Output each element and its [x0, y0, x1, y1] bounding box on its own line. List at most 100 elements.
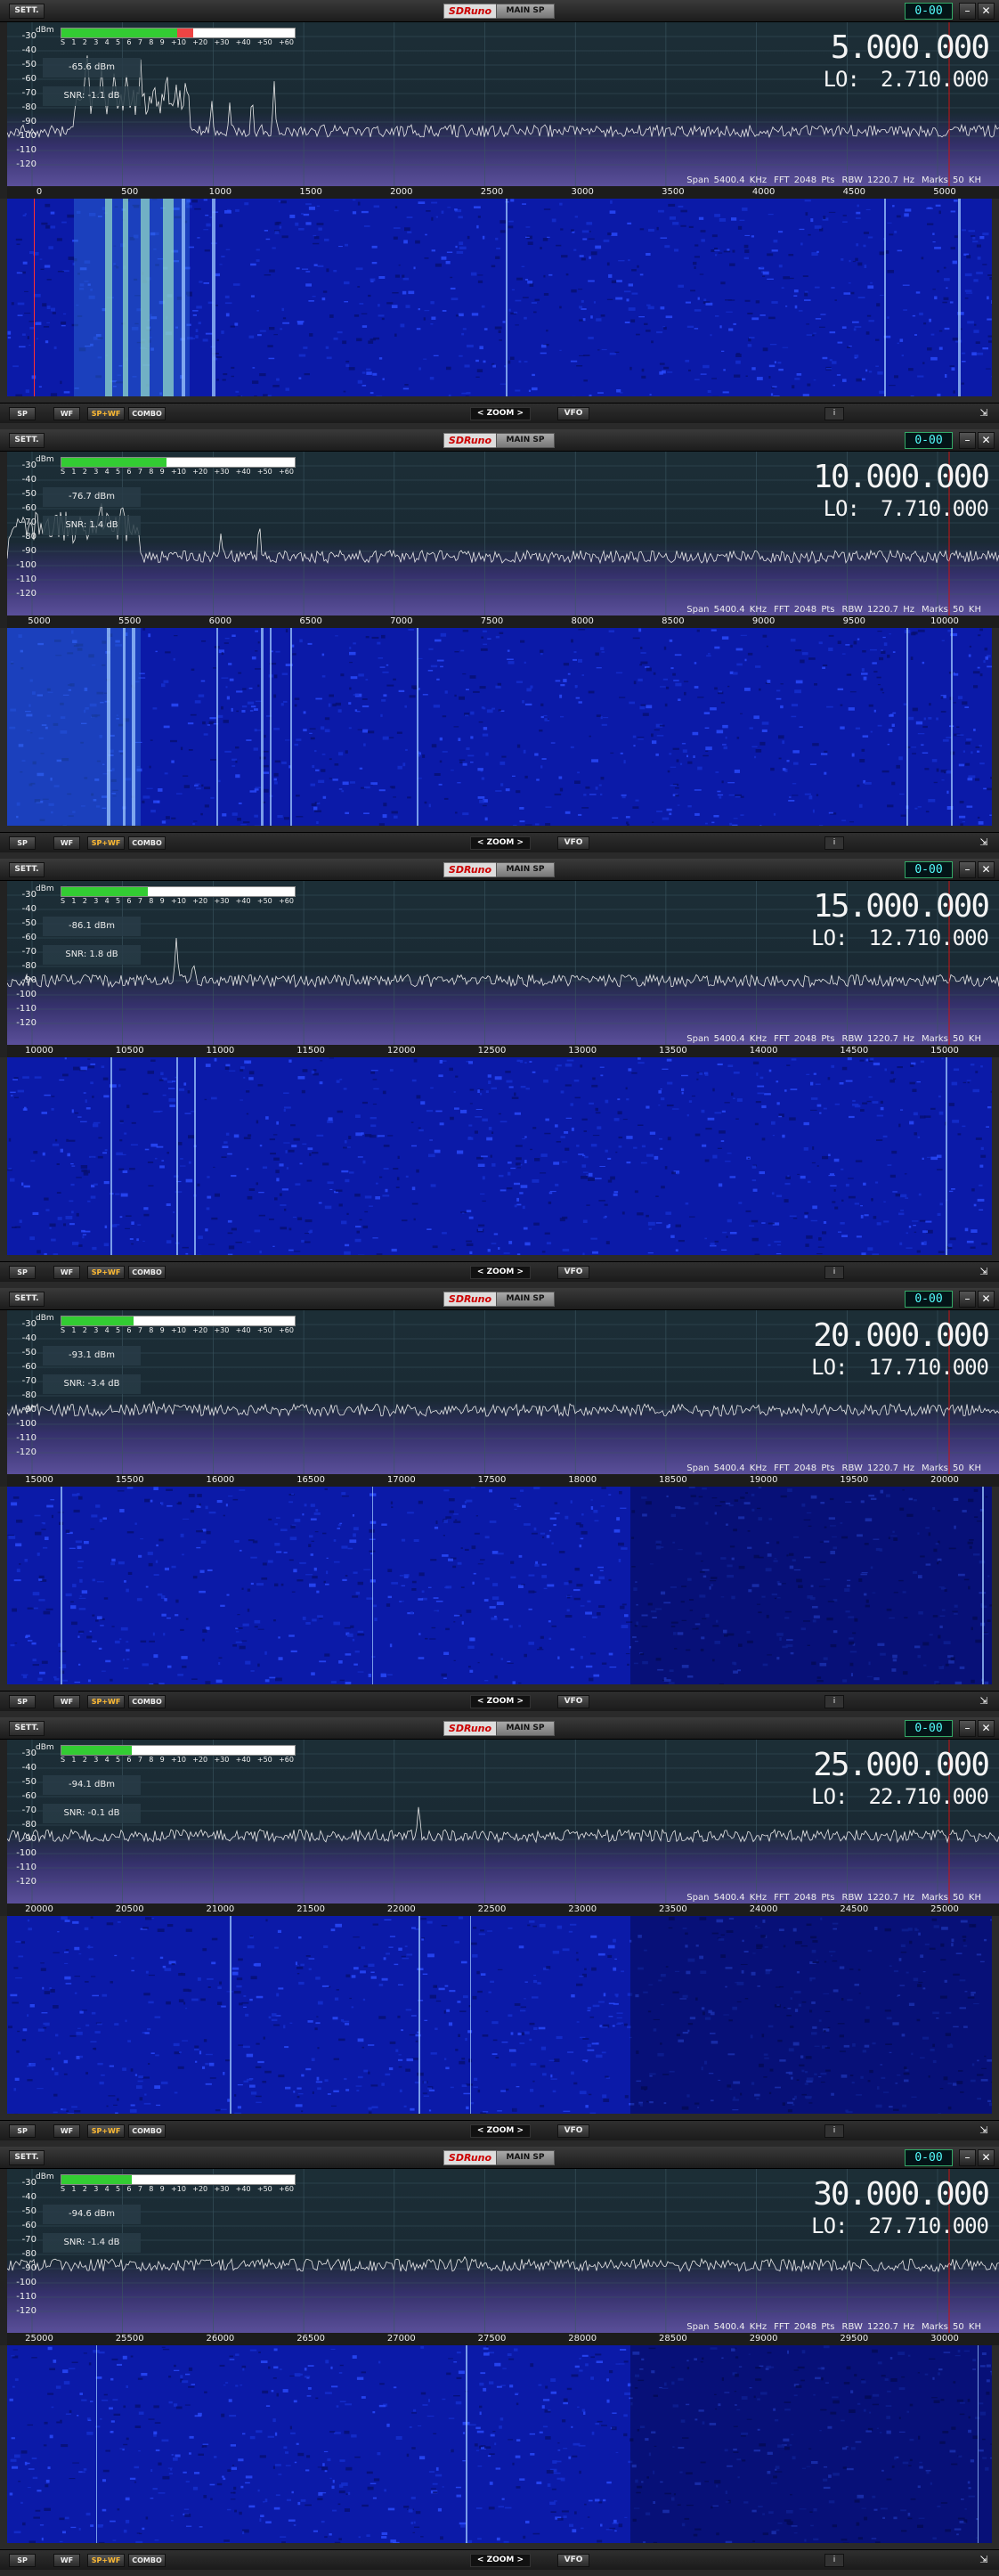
- minimize-button[interactable]: –: [959, 432, 976, 449]
- waterfall-noise: [540, 2046, 547, 2050]
- y-tick-label: -80: [21, 961, 37, 971]
- spectrum-display[interactable]: -30 -40 -50 -60 -70 -80 -90 -100 -110 -120 dBm S1…: [0, 881, 999, 1045]
- frequency-display[interactable]: 15.000.000: [813, 888, 990, 925]
- minimize-button[interactable]: –: [959, 3, 976, 20]
- zoom-out-button[interactable]: <: [477, 838, 484, 847]
- vfo-button[interactable]: VFO: [557, 1695, 589, 1708]
- waterfall-noise: [669, 639, 673, 642]
- close-button[interactable]: ✕: [978, 432, 995, 449]
- frequency-display[interactable]: 10.000.000: [813, 459, 990, 495]
- sp-button[interactable]: SP: [9, 836, 36, 850]
- settings-button[interactable]: SETT.: [9, 433, 45, 448]
- info-icon[interactable]: i: [824, 1695, 844, 1708]
- waterfall-noise: [428, 648, 434, 650]
- vfo-button[interactable]: VFO: [557, 1266, 589, 1279]
- waterfall-noise: [361, 371, 366, 374]
- waterfall-noise: [316, 205, 321, 208]
- waterfall-noise: [449, 1510, 454, 1513]
- waterfall-noise: [119, 1139, 123, 1142]
- minimize-button[interactable]: –: [959, 1291, 976, 1308]
- waterfall-noise: [196, 1530, 203, 1533]
- sp-button[interactable]: SP: [9, 1266, 36, 1279]
- waterfall-noise: [195, 335, 199, 338]
- frequency-display[interactable]: 5.000.000: [831, 29, 990, 66]
- lo-display[interactable]: LO: 22.710.000: [811, 1784, 989, 1809]
- combo-button[interactable]: COMBO: [128, 1266, 166, 1279]
- waterfall-noise: [892, 651, 896, 653]
- sp-wf-button[interactable]: SP+WF: [87, 407, 125, 420]
- resize-icon[interactable]: ⇲: [978, 407, 990, 420]
- minimize-button[interactable]: –: [959, 861, 976, 878]
- waterfall-noise: [678, 284, 684, 288]
- waterfall-noise: [250, 1670, 255, 1672]
- combo-button[interactable]: COMBO: [128, 1695, 166, 1708]
- zoom-out-button[interactable]: <: [477, 409, 484, 418]
- wf-button[interactable]: WF: [53, 1695, 80, 1708]
- zoom-out-button[interactable]: <: [477, 1697, 484, 1706]
- waterfall-noise: [394, 274, 400, 278]
- settings-button[interactable]: SETT.: [9, 862, 45, 877]
- frequency-display[interactable]: 25.000.000: [813, 1747, 990, 1783]
- sp-button[interactable]: SP: [9, 1695, 36, 1708]
- combo-button[interactable]: COMBO: [128, 836, 166, 850]
- waterfall-noise: [353, 1663, 358, 1666]
- waterfall-noise: [973, 279, 979, 282]
- waterfall-noise: [828, 634, 834, 637]
- waterfall-display[interactable]: [7, 1916, 992, 2114]
- waterfall-noise: [443, 797, 449, 800]
- wf-button[interactable]: WF: [53, 407, 80, 420]
- waterfall-noise: [403, 1574, 410, 1577]
- zoom-in-button[interactable]: >: [517, 409, 524, 418]
- spectrum-display[interactable]: -30 -40 -50 -60 -70 -80 -90 -100 -110 -120 dBm S1…: [0, 452, 999, 615]
- combo-button[interactable]: COMBO: [128, 407, 166, 420]
- info-icon[interactable]: i: [824, 836, 844, 850]
- x-tick-label: 15500: [115, 1475, 144, 1485]
- waterfall-noise: [338, 246, 343, 248]
- frequency-display[interactable]: 20.000.000: [813, 1317, 990, 1354]
- waterfall-noise: [389, 1069, 394, 1072]
- close-button[interactable]: ✕: [978, 1720, 995, 1737]
- zoom-in-button[interactable]: >: [517, 1697, 524, 1706]
- zoom-out-button[interactable]: <: [477, 1268, 484, 1276]
- settings-button[interactable]: SETT.: [9, 1721, 45, 1736]
- lo-display[interactable]: LO: 12.710.000: [811, 925, 989, 950]
- spectrum-display[interactable]: -30 -40 -50 -60 -70 -80 -90 -100 -110 -120 dBm S1…: [0, 22, 999, 186]
- resize-icon[interactable]: ⇲: [978, 1266, 990, 1278]
- resize-icon[interactable]: ⇲: [978, 1695, 990, 1708]
- sp-wf-button[interactable]: SP+WF: [87, 1266, 125, 1279]
- resize-icon[interactable]: ⇲: [978, 836, 990, 849]
- zoom-in-button[interactable]: >: [517, 838, 524, 847]
- info-icon[interactable]: i: [824, 1266, 844, 1279]
- sp-wf-button[interactable]: SP+WF: [87, 836, 125, 850]
- sp-button[interactable]: SP: [9, 407, 36, 420]
- s-scale-label: 5: [116, 38, 121, 46]
- lo-display[interactable]: LO: 2.710.000: [824, 67, 989, 92]
- sdruno-logo: SDRuno: [443, 1721, 497, 1736]
- waterfall-display[interactable]: [7, 199, 992, 396]
- minimize-button[interactable]: –: [959, 1720, 976, 1737]
- lo-display[interactable]: LO: 7.710.000: [824, 496, 989, 521]
- close-button[interactable]: ✕: [978, 1291, 995, 1308]
- waterfall-display[interactable]: [7, 1487, 992, 1684]
- waterfall-noise: [349, 687, 352, 690]
- waterfall-noise: [388, 2067, 394, 2071]
- lo-display[interactable]: LO: 17.710.000: [811, 1355, 989, 1380]
- wf-button[interactable]: WF: [53, 1266, 80, 1279]
- wf-button[interactable]: WF: [53, 836, 80, 850]
- vfo-button[interactable]: VFO: [557, 836, 589, 850]
- sp-wf-button[interactable]: SP+WF: [87, 1695, 125, 1708]
- waterfall-noise: [540, 344, 547, 348]
- waterfall-noise: [378, 657, 384, 659]
- waterfall-display[interactable]: [7, 628, 992, 826]
- zoom-in-button[interactable]: >: [517, 1268, 524, 1276]
- vfo-button[interactable]: VFO: [557, 407, 589, 420]
- close-button[interactable]: ✕: [978, 861, 995, 878]
- spectrum-display[interactable]: -30 -40 -50 -60 -70 -80 -90 -100 -110 -120 dBm S1…: [0, 1310, 999, 1474]
- waterfall-display[interactable]: [7, 1057, 992, 1255]
- settings-button[interactable]: SETT.: [9, 4, 45, 19]
- settings-button[interactable]: SETT.: [9, 1292, 45, 1307]
- spectrum-display[interactable]: -30 -40 -50 -60 -70 -80 -90 -100 -110 -120 dBm S1…: [0, 1740, 999, 1903]
- close-button[interactable]: ✕: [978, 3, 995, 20]
- waterfall-signal-line: [906, 628, 908, 826]
- info-icon[interactable]: i: [824, 407, 844, 420]
